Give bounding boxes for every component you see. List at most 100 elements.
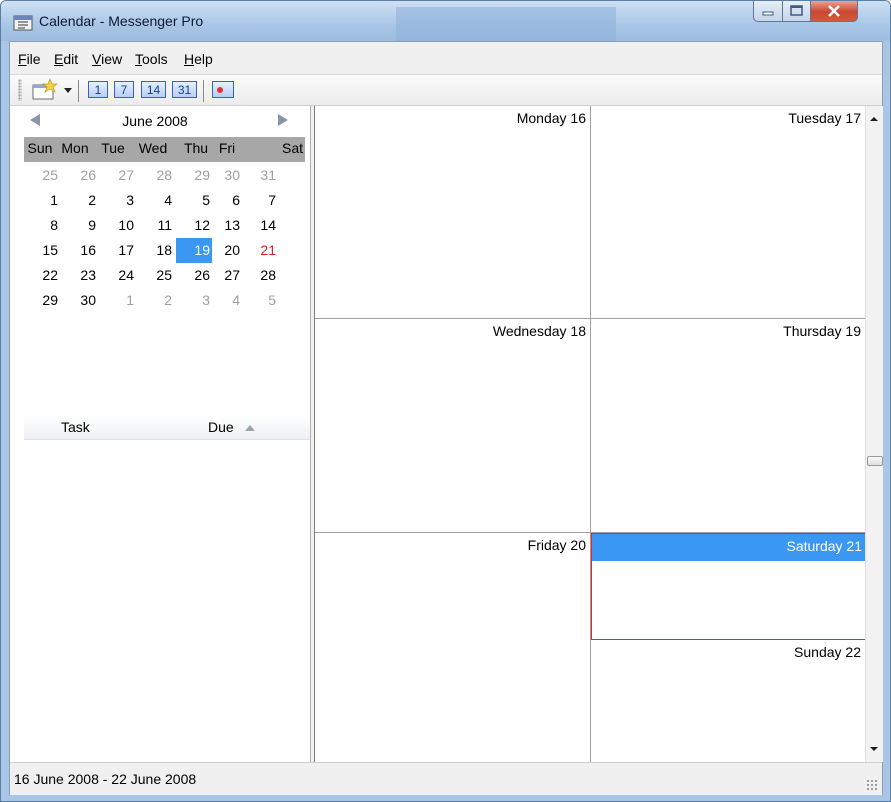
mini-calendar-day[interactable]: 4 [138, 188, 174, 213]
mini-calendar-day[interactable]: 21 [242, 238, 278, 263]
maximize-icon [790, 5, 803, 16]
mini-calendar-day[interactable]: 31 [242, 163, 278, 188]
mini-calendar-day[interactable]: 18 [138, 238, 174, 263]
mini-calendar-day[interactable]: 28 [138, 163, 174, 188]
scroll-down-icon[interactable] [870, 747, 878, 751]
menu-tools-mnemonic: T [135, 51, 142, 67]
mini-calendar-day[interactable]: 6 [212, 188, 242, 213]
chevron-down-icon[interactable] [62, 78, 74, 102]
dow-label: Wed [138, 140, 168, 156]
day-view-button[interactable]: 1 [88, 81, 108, 98]
mini-calendar-day[interactable]: 9 [62, 213, 98, 238]
menu-tools[interactable]: Tools [133, 49, 170, 69]
maximize-button[interactable] [782, 1, 811, 22]
menu-file-mnemonic: F [18, 51, 27, 67]
mini-calendar-day[interactable]: 17 [100, 238, 136, 263]
mini-calendar-day[interactable]: 24 [100, 263, 136, 288]
sidebar: June 2008 Sun Mon Tue Wed Thu Fri Sat 25… [10, 106, 310, 762]
menu-edit[interactable]: Edit [52, 49, 80, 69]
mini-calendar-day[interactable]: 10 [100, 213, 136, 238]
mini-calendar-day[interactable]: 16 [62, 238, 98, 263]
toolbar-separator [203, 80, 204, 102]
dow-label: Sun [27, 140, 53, 156]
dow-label: Sat [281, 140, 303, 156]
new-item-icon[interactable] [30, 78, 60, 102]
day-cell-friday[interactable]: Friday 20 [315, 533, 591, 762]
day-cell-tuesday[interactable]: Tuesday 17 [591, 106, 866, 319]
minimize-button[interactable] [753, 1, 783, 22]
resize-grip-icon[interactable] [866, 779, 878, 791]
scroll-thumb[interactable] [867, 456, 883, 466]
selected-day-header: Saturday 21 [592, 534, 865, 561]
week-view: Monday 16 Tuesday 17 Wednesday 18 Thursd… [314, 106, 866, 762]
title-bar-background [396, 7, 616, 41]
mini-calendar-day[interactable]: 13 [212, 213, 242, 238]
mini-calendar-day[interactable]: 4 [212, 288, 242, 313]
week-view-button[interactable]: 7 [114, 81, 134, 98]
menu-bar: File Edit View Tools Help [10, 42, 882, 75]
day-label: Tuesday 17 [788, 110, 861, 126]
day-label: Saturday 21 [786, 538, 863, 554]
two-week-view-button[interactable]: 14 [141, 81, 166, 98]
mini-calendar-day[interactable]: 27 [100, 163, 136, 188]
day-cell-sunday[interactable]: Sunday 22 [591, 640, 866, 762]
task-column-header[interactable]: Task [61, 419, 90, 435]
mini-calendar-day[interactable]: 27 [212, 263, 242, 288]
scroll-up-icon[interactable] [870, 117, 878, 121]
menu-help[interactable]: Help [182, 49, 215, 69]
mini-calendar-day[interactable]: 3 [100, 188, 136, 213]
day-label: Thursday 19 [783, 323, 861, 339]
menu-view-mnemonic: V [92, 51, 102, 67]
mini-calendar-day[interactable]: 20 [212, 238, 242, 263]
mini-calendar-day[interactable]: 29 [176, 163, 212, 188]
menu-file[interactable]: File [16, 49, 43, 69]
mini-calendar-day[interactable]: 5 [242, 288, 278, 313]
mini-calendar-day[interactable]: 23 [62, 263, 98, 288]
mini-calendar-day[interactable]: 2 [62, 188, 98, 213]
mini-calendar-day[interactable]: 1 [100, 288, 136, 313]
menu-tools-label: ools [142, 51, 168, 67]
menu-file-label: ile [26, 51, 41, 67]
vertical-scrollbar[interactable] [865, 106, 883, 762]
sort-ascending-icon [245, 425, 255, 431]
day-cell-monday[interactable]: Monday 16 [315, 106, 591, 319]
mini-calendar-day[interactable]: 1 [24, 188, 60, 213]
month-view-button[interactable]: 31 [172, 81, 197, 98]
mini-calendar-day[interactable]: 25 [24, 163, 60, 188]
mini-calendar-day[interactable]: 19 [176, 238, 212, 263]
client-area: File Edit View Tools Help 1 7 14 31 June… [9, 41, 883, 795]
mini-calendar-day[interactable]: 5 [176, 188, 212, 213]
mini-calendar-day[interactable]: 14 [242, 213, 278, 238]
mini-calendar-day[interactable]: 26 [62, 163, 98, 188]
mini-calendar-day[interactable]: 8 [24, 213, 60, 238]
day-cell-saturday[interactable]: Saturday 21 [591, 533, 866, 640]
mini-calendar-day[interactable]: 25 [138, 263, 174, 288]
day-cell-thursday[interactable]: Thursday 19 [591, 319, 866, 533]
mini-calendar-day[interactable]: 12 [176, 213, 212, 238]
toolbar: 1 7 14 31 [10, 75, 882, 106]
mini-calendar-day[interactable]: 28 [242, 263, 278, 288]
due-column-header[interactable]: Due [208, 419, 234, 435]
mini-calendar-day[interactable]: 3 [176, 288, 212, 313]
mini-calendar-day[interactable]: 7 [242, 188, 278, 213]
window-title: Calendar - Messenger Pro [39, 13, 204, 29]
mini-calendar-day[interactable]: 29 [24, 288, 60, 313]
close-button[interactable] [810, 1, 858, 22]
mini-calendar-day[interactable]: 15 [24, 238, 60, 263]
next-month-icon[interactable] [278, 114, 288, 126]
record-button[interactable] [212, 81, 234, 98]
toolbar-grip[interactable] [18, 79, 22, 101]
menu-edit-mnemonic: E [54, 51, 64, 67]
mini-calendar-day[interactable]: 11 [138, 213, 174, 238]
mini-calendar-day[interactable]: 22 [24, 263, 60, 288]
mini-calendar-day[interactable]: 30 [62, 288, 98, 313]
mini-calendar-day[interactable]: 26 [176, 263, 212, 288]
title-bar[interactable]: Calendar - Messenger Pro [1, 1, 890, 41]
day-cell-wednesday[interactable]: Wednesday 18 [315, 319, 591, 533]
menu-help-label: elp [194, 51, 213, 67]
day-label: Sunday 22 [794, 644, 861, 660]
mini-calendar-day[interactable]: 30 [212, 163, 242, 188]
mini-calendar-day[interactable]: 2 [138, 288, 174, 313]
menu-view[interactable]: View [90, 49, 124, 69]
mini-calendar-title: June 2008 [122, 113, 188, 129]
